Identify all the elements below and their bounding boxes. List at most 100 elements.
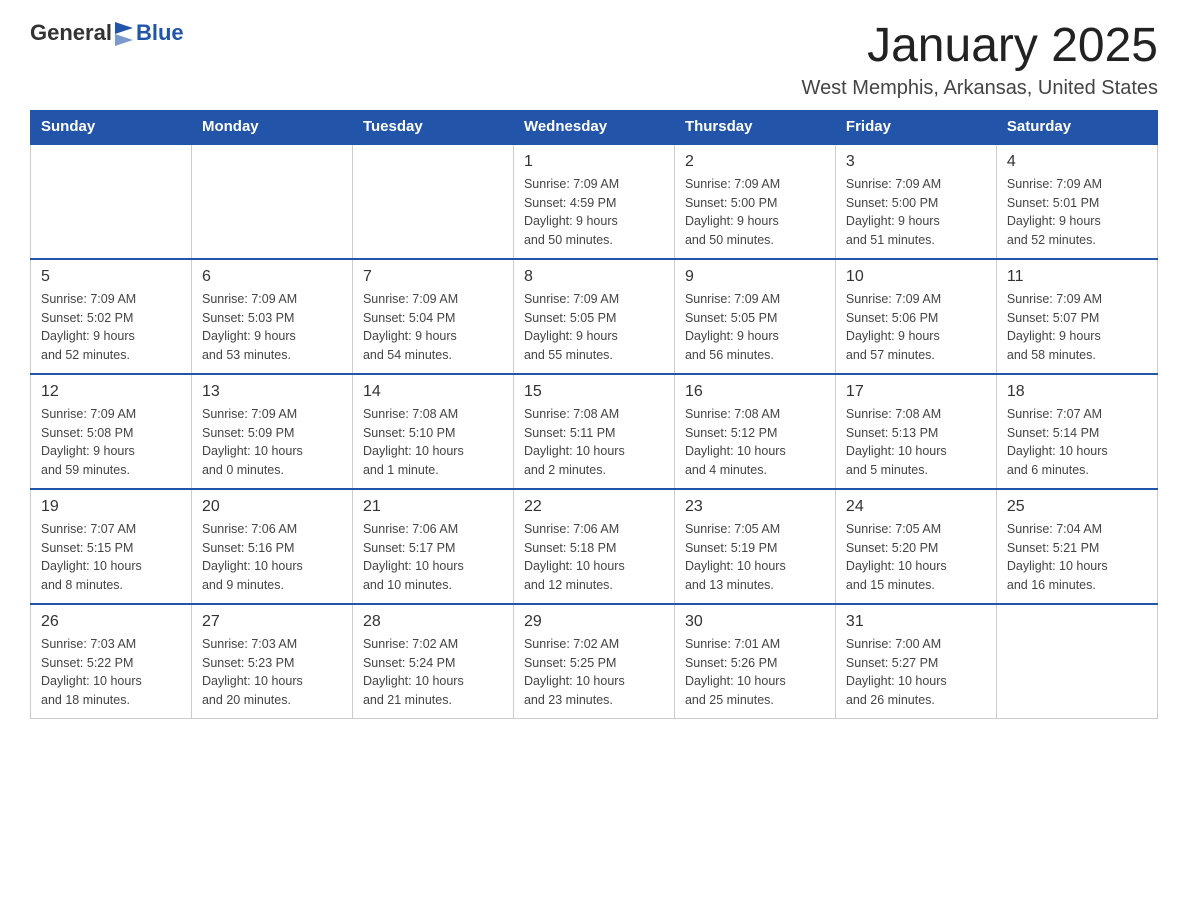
day-info: Sunrise: 7:09 AM Sunset: 5:06 PM Dayligh… — [846, 290, 986, 365]
day-info: Sunrise: 7:08 AM Sunset: 5:12 PM Dayligh… — [685, 405, 825, 480]
day-info: Sunrise: 7:09 AM Sunset: 5:05 PM Dayligh… — [524, 290, 664, 365]
calendar-cell — [31, 144, 192, 259]
calendar-cell — [996, 604, 1157, 719]
week-row-2: 5 Sunrise: 7:09 AM Sunset: 5:02 PM Daylig… — [31, 259, 1158, 374]
day-number: 19 — [41, 498, 181, 516]
day-info: Sunrise: 7:09 AM Sunset: 5:09 PM Dayligh… — [202, 405, 342, 480]
day-number: 6 — [202, 268, 342, 286]
day-info: Sunrise: 7:08 AM Sunset: 5:10 PM Dayligh… — [363, 405, 503, 480]
calendar-cell: 23Sunrise: 7:05 AM Sunset: 5:19 PM Dayli… — [674, 489, 835, 604]
page-header: General Blue January 2025 West Memphis, … — [30, 20, 1158, 100]
column-header-tuesday: Tuesday — [352, 110, 513, 144]
day-info: Sunrise: 7:09 AM Sunset: 5:00 PM Dayligh… — [685, 175, 825, 250]
title-area: January 2025 West Memphis, Arkansas, Uni… — [802, 20, 1158, 100]
day-info: Sunrise: 7:09 AM Sunset: 5:07 PM Dayligh… — [1007, 290, 1147, 365]
day-number: 11 — [1007, 268, 1147, 286]
day-info: Sunrise: 7:09 AM Sunset: 5:01 PM Dayligh… — [1007, 175, 1147, 250]
day-number: 25 — [1007, 498, 1147, 516]
calendar-cell: 15 Sunrise: 7:08 AM Sunset: 5:11 PM Dayli… — [513, 374, 674, 489]
calendar-cell: 1 Sunrise: 7:09 AM Sunset: 4:59 PM Daylig… — [513, 144, 674, 259]
calendar-cell: 16Sunrise: 7:08 AM Sunset: 5:12 PM Dayli… — [674, 374, 835, 489]
logo: General Blue — [30, 20, 184, 46]
calendar-cell: 2 Sunrise: 7:09 AM Sunset: 5:00 PM Daylig… — [674, 144, 835, 259]
calendar-cell: 14 Sunrise: 7:08 AM Sunset: 5:10 PM Dayli… — [352, 374, 513, 489]
calendar-cell: 28Sunrise: 7:02 AM Sunset: 5:24 PM Dayli… — [352, 604, 513, 719]
day-number: 18 — [1007, 383, 1147, 401]
day-number: 15 — [524, 383, 664, 401]
day-info: Sunrise: 7:09 AM Sunset: 5:03 PM Dayligh… — [202, 290, 342, 365]
day-number: 24 — [846, 498, 986, 516]
calendar-table: SundayMondayTuesdayWednesdayThursdayFrid… — [30, 110, 1158, 719]
day-number: 1 — [524, 153, 664, 171]
day-info: Sunrise: 7:09 AM Sunset: 5:04 PM Dayligh… — [363, 290, 503, 365]
day-number: 8 — [524, 268, 664, 286]
column-header-friday: Friday — [835, 110, 996, 144]
calendar-cell: 26 Sunrise: 7:03 AM Sunset: 5:22 PM Dayli… — [31, 604, 192, 719]
calendar-cell: 4 Sunrise: 7:09 AM Sunset: 5:01 PM Daylig… — [996, 144, 1157, 259]
week-row-5: 26 Sunrise: 7:03 AM Sunset: 5:22 PM Dayli… — [31, 604, 1158, 719]
month-title: January 2025 — [802, 20, 1158, 73]
calendar-cell: 20 Sunrise: 7:06 AM Sunset: 5:16 PM Dayli… — [191, 489, 352, 604]
day-info: Sunrise: 7:09 AM Sunset: 5:00 PM Dayligh… — [846, 175, 986, 250]
day-number: 10 — [846, 268, 986, 286]
calendar-cell: 22Sunrise: 7:06 AM Sunset: 5:18 PM Dayli… — [513, 489, 674, 604]
calendar-cell: 21 Sunrise: 7:06 AM Sunset: 5:17 PM Dayli… — [352, 489, 513, 604]
day-info: Sunrise: 7:09 AM Sunset: 5:08 PM Dayligh… — [41, 405, 181, 480]
day-info: Sunrise: 7:04 AM Sunset: 5:21 PM Dayligh… — [1007, 520, 1147, 595]
calendar-cell: 11 Sunrise: 7:09 AM Sunset: 5:07 PM Dayli… — [996, 259, 1157, 374]
column-header-wednesday: Wednesday — [513, 110, 674, 144]
day-info: Sunrise: 7:07 AM Sunset: 5:15 PM Dayligh… — [41, 520, 181, 595]
day-number: 29 — [524, 613, 664, 631]
logo-general-text: General — [30, 20, 112, 46]
day-number: 28 — [363, 613, 503, 631]
day-info: Sunrise: 7:06 AM Sunset: 5:17 PM Dayligh… — [363, 520, 503, 595]
calendar-cell: 29 Sunrise: 7:02 AM Sunset: 5:25 PM Dayli… — [513, 604, 674, 719]
day-info: Sunrise: 7:02 AM Sunset: 5:25 PM Dayligh… — [524, 635, 664, 710]
calendar-cell — [191, 144, 352, 259]
day-number: 21 — [363, 498, 503, 516]
day-info: Sunrise: 7:06 AM Sunset: 5:16 PM Dayligh… — [202, 520, 342, 595]
day-number: 3 — [846, 153, 986, 171]
calendar-cell: 7 Sunrise: 7:09 AM Sunset: 5:04 PM Daylig… — [352, 259, 513, 374]
calendar-cell: 30 Sunrise: 7:01 AM Sunset: 5:26 PM Dayli… — [674, 604, 835, 719]
week-row-4: 19 Sunrise: 7:07 AM Sunset: 5:15 PM Dayli… — [31, 489, 1158, 604]
calendar-cell: 10 Sunrise: 7:09 AM Sunset: 5:06 PM Dayli… — [835, 259, 996, 374]
day-info: Sunrise: 7:03 AM Sunset: 5:22 PM Dayligh… — [41, 635, 181, 710]
week-row-1: 1 Sunrise: 7:09 AM Sunset: 4:59 PM Daylig… — [31, 144, 1158, 259]
day-number: 13 — [202, 383, 342, 401]
logo-flag-icon — [113, 20, 135, 46]
day-number: 12 — [41, 383, 181, 401]
calendar-cell: 24 Sunrise: 7:05 AM Sunset: 5:20 PM Dayli… — [835, 489, 996, 604]
calendar-cell: 18Sunrise: 7:07 AM Sunset: 5:14 PM Dayli… — [996, 374, 1157, 489]
day-number: 9 — [685, 268, 825, 286]
day-info: Sunrise: 7:03 AM Sunset: 5:23 PM Dayligh… — [202, 635, 342, 710]
day-number: 26 — [41, 613, 181, 631]
day-info: Sunrise: 7:09 AM Sunset: 5:02 PM Dayligh… — [41, 290, 181, 365]
day-info: Sunrise: 7:08 AM Sunset: 5:11 PM Dayligh… — [524, 405, 664, 480]
day-info: Sunrise: 7:05 AM Sunset: 5:19 PM Dayligh… — [685, 520, 825, 595]
day-number: 27 — [202, 613, 342, 631]
calendar-cell: 12 Sunrise: 7:09 AM Sunset: 5:08 PM Dayli… — [31, 374, 192, 489]
day-info: Sunrise: 7:05 AM Sunset: 5:20 PM Dayligh… — [846, 520, 986, 595]
day-number: 14 — [363, 383, 503, 401]
day-number: 30 — [685, 613, 825, 631]
calendar-cell: 3 Sunrise: 7:09 AM Sunset: 5:00 PM Daylig… — [835, 144, 996, 259]
column-header-saturday: Saturday — [996, 110, 1157, 144]
day-number: 20 — [202, 498, 342, 516]
day-number: 5 — [41, 268, 181, 286]
column-header-thursday: Thursday — [674, 110, 835, 144]
day-info: Sunrise: 7:01 AM Sunset: 5:26 PM Dayligh… — [685, 635, 825, 710]
day-number: 31 — [846, 613, 986, 631]
day-info: Sunrise: 7:09 AM Sunset: 4:59 PM Dayligh… — [524, 175, 664, 250]
day-number: 2 — [685, 153, 825, 171]
day-number: 7 — [363, 268, 503, 286]
logo-blue-text: Blue — [136, 20, 184, 46]
calendar-cell: 5 Sunrise: 7:09 AM Sunset: 5:02 PM Daylig… — [31, 259, 192, 374]
day-info: Sunrise: 7:08 AM Sunset: 5:13 PM Dayligh… — [846, 405, 986, 480]
column-header-sunday: Sunday — [31, 110, 192, 144]
day-info: Sunrise: 7:00 AM Sunset: 5:27 PM Dayligh… — [846, 635, 986, 710]
calendar-cell: 19 Sunrise: 7:07 AM Sunset: 5:15 PM Dayli… — [31, 489, 192, 604]
calendar-cell: 17Sunrise: 7:08 AM Sunset: 5:13 PM Dayli… — [835, 374, 996, 489]
day-number: 4 — [1007, 153, 1147, 171]
calendar-header-row: SundayMondayTuesdayWednesdayThursdayFrid… — [31, 110, 1158, 144]
